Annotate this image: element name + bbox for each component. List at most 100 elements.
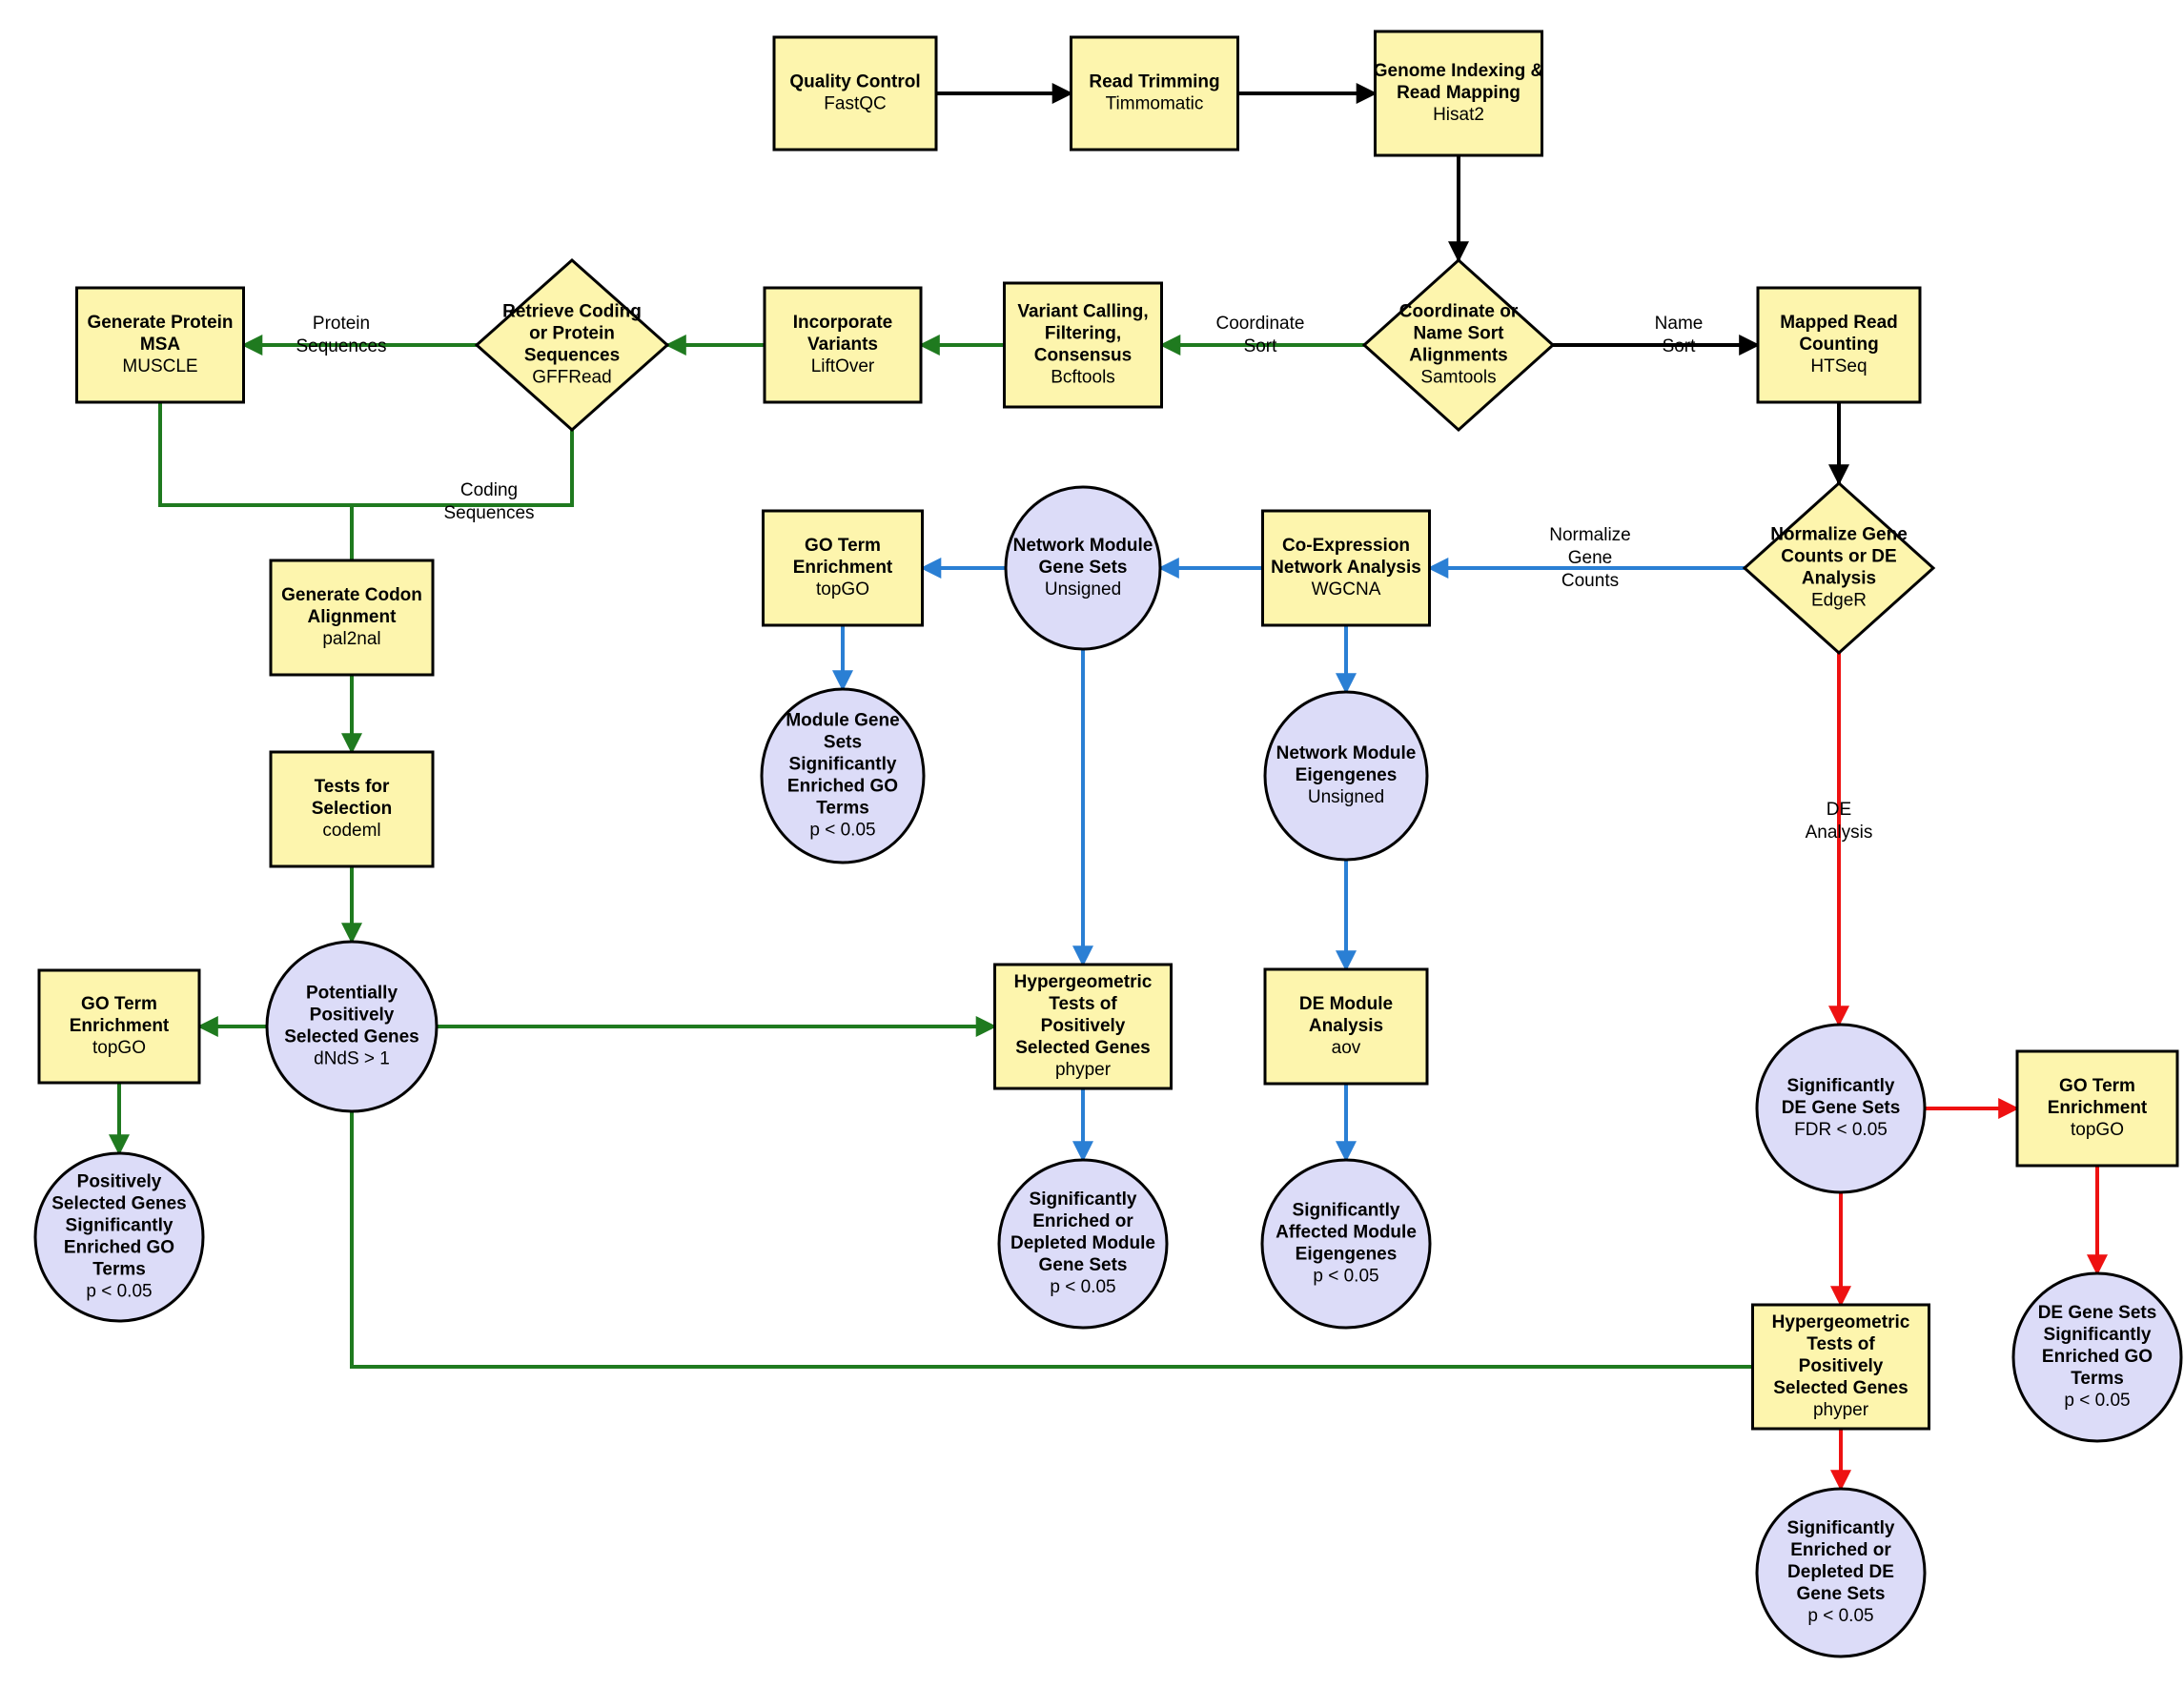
edge-label-retrieve-msa: Sequences bbox=[296, 336, 386, 356]
node-subtitle: FDR < 0.05 bbox=[1794, 1120, 1888, 1140]
node-retrieve_sequences[interactable]: Retrieve Codingor ProteinSequencesGFFRea… bbox=[474, 257, 670, 433]
node-de_go_terms[interactable]: DE Gene SetsSignificantlyEnriched GOTerm… bbox=[2011, 1271, 2183, 1443]
node-subtitle: phyper bbox=[1055, 1060, 1112, 1080]
node-title-line: Generate Protein bbox=[87, 313, 233, 333]
node-subtitle: Hisat2 bbox=[1433, 105, 1484, 125]
node-subtitle: p < 0.05 bbox=[1807, 1606, 1873, 1626]
node-title-line: Enrichment bbox=[70, 1016, 170, 1036]
node-title-line: Significantly bbox=[1030, 1189, 1137, 1209]
edge-label-sort-count: Sort bbox=[1663, 336, 1697, 356]
edge-label-sort-variant: Sort bbox=[1244, 336, 1278, 356]
node-hypergeom_de[interactable]: HypergeometricTests ofPositivelySelected… bbox=[1751, 1303, 1930, 1431]
node-title-line: Enriched GO bbox=[64, 1238, 174, 1258]
node-title-line: Tests of bbox=[1049, 994, 1117, 1014]
node-genome_mapping[interactable]: Genome Indexing &Read MappingHisat2 bbox=[1374, 30, 1544, 157]
node-de_module_analysis[interactable]: DE ModuleAnalysisaov bbox=[1263, 967, 1429, 1086]
workflow-diagram: Quality ControlFastQC Read TrimmingTimmom… bbox=[33, 30, 2183, 1658]
node-title-line: Variant Calling, bbox=[1017, 302, 1148, 322]
node-title-line: Enriched or bbox=[1790, 1540, 1891, 1560]
node-title-line: Network Module bbox=[1013, 536, 1153, 556]
node-title-line: Filtering, bbox=[1045, 324, 1121, 344]
node-pos_selected_genes[interactable]: PotentiallyPositivelySelected GenesdNdS … bbox=[265, 940, 439, 1113]
node-sig_de_gene_sets[interactable]: SignificantlyDE Gene SetsFDR < 0.05 bbox=[1755, 1023, 1927, 1194]
node-title-line: Selection bbox=[312, 799, 392, 819]
node-subtitle: Samtools bbox=[1420, 368, 1496, 388]
node-title-line: Analysis bbox=[1802, 569, 1876, 589]
node-title-line: Significantly bbox=[1787, 1076, 1895, 1096]
node-title-line: Terms bbox=[92, 1260, 146, 1280]
node-subtitle: GFFRead bbox=[532, 368, 611, 388]
node-title-line: Eigengenes bbox=[1296, 765, 1398, 785]
node-protein_msa[interactable]: Generate ProteinMSAMUSCLE bbox=[75, 286, 245, 404]
node-title-line: Read Trimming bbox=[1089, 72, 1219, 92]
node-subtitle: Unsigned bbox=[1045, 579, 1121, 600]
node-subtitle: HTSeq bbox=[1810, 356, 1867, 376]
node-title-line: Alignments bbox=[1409, 346, 1507, 366]
node-title-line: Positively bbox=[77, 1172, 162, 1192]
node-title-line: DE Gene Sets bbox=[2038, 1303, 2157, 1323]
node-affected_eigengenes[interactable]: SignificantlyAffected ModuleEigengenesp … bbox=[1260, 1158, 1432, 1330]
node-go_enrich_de[interactable]: GO TermEnrichmenttopGO bbox=[2015, 1049, 2179, 1168]
node-title-line: Significantly bbox=[1787, 1518, 1895, 1538]
node-title-line: Network Module bbox=[1276, 743, 1417, 763]
node-title-line: Positively bbox=[1041, 1016, 1126, 1036]
node-title-line: Counts or DE bbox=[1781, 547, 1896, 567]
node-tests_for_selection[interactable]: Tests forSelectioncodeml bbox=[269, 750, 435, 868]
node-subtitle: Bcftools bbox=[1051, 368, 1115, 388]
node-go_enrich_modules[interactable]: GO TermEnrichmenttopGO bbox=[762, 509, 924, 627]
node-title-line: Significantly bbox=[2044, 1325, 2152, 1345]
node-subtitle: p < 0.05 bbox=[809, 821, 875, 841]
node-module_gene_sets[interactable]: Network ModuleGene SetsUnsigned bbox=[1004, 485, 1162, 651]
node-hypergeom_modules[interactable]: HypergeometricTests ofPositivelySelected… bbox=[993, 963, 1173, 1090]
node-title-line: DE Gene Sets bbox=[1782, 1098, 1901, 1118]
node-subtitle: topGO bbox=[92, 1038, 146, 1058]
node-incorporate_variants[interactable]: IncorporateVariantsLiftOver bbox=[763, 286, 923, 404]
node-quality_control[interactable]: Quality ControlFastQC bbox=[772, 35, 938, 152]
node-variant_calling[interactable]: Variant Calling,Filtering,ConsensusBcfto… bbox=[1003, 281, 1163, 409]
node-subtitle: EdgeR bbox=[1811, 591, 1867, 611]
node-coexpression_network[interactable]: Co-ExpressionNetwork AnalysisWGCNA bbox=[1261, 509, 1431, 627]
node-subtitle: topGO bbox=[2071, 1120, 2124, 1140]
edge-label-retrieve-msa: Protein bbox=[313, 314, 370, 334]
node-title-line: Significantly bbox=[1293, 1201, 1400, 1221]
node-title-line: Gene Sets bbox=[1039, 558, 1128, 578]
node-title-line: Read Mapping bbox=[1397, 83, 1521, 103]
node-subtitle: WGCNA bbox=[1312, 579, 1381, 600]
node-title-line: Alignment bbox=[308, 607, 398, 627]
node-subtitle: p < 0.05 bbox=[86, 1282, 152, 1302]
node-title-line: Selected Genes bbox=[1015, 1038, 1151, 1058]
edge-label-retrieve-codon: Coding bbox=[460, 480, 518, 500]
node-title-line: Sequences bbox=[524, 346, 620, 366]
node-subtitle: dNdS > 1 bbox=[314, 1049, 390, 1069]
node-module_go_terms[interactable]: Module GeneSetsSignificantlyEnriched GOT… bbox=[760, 687, 926, 864]
node-title-line: Name Sort bbox=[1413, 324, 1504, 344]
node-sort_alignments[interactable]: Coordinate orName SortAlignmentsSamtools bbox=[1361, 257, 1556, 433]
node-title-line: Analysis bbox=[1309, 1016, 1383, 1036]
node-enriched_module_sets[interactable]: SignificantlyEnriched orDepleted ModuleG… bbox=[997, 1158, 1169, 1330]
node-title-line: GO Term bbox=[805, 536, 881, 556]
node-mapped_read_counting[interactable]: Mapped ReadCountingHTSeq bbox=[1756, 286, 1922, 404]
node-title-line: Potentially bbox=[306, 984, 398, 1004]
node-enriched_de_sets[interactable]: SignificantlyEnriched orDepleted DEGene … bbox=[1755, 1487, 1927, 1658]
node-title-line: Enriched or bbox=[1032, 1211, 1133, 1231]
edge-label-norm-coexp: Normalize bbox=[1549, 525, 1631, 545]
node-title-line: Tests for bbox=[315, 777, 390, 797]
node-title-line: Hypergeometric bbox=[1772, 1312, 1910, 1332]
node-title-line: Enriched GO bbox=[2042, 1347, 2153, 1367]
node-normalize_or_de[interactable]: Normalize GeneCounts or DEAnalysisEdgeR bbox=[1742, 480, 1936, 656]
node-subtitle: phyper bbox=[1813, 1400, 1869, 1420]
node-pos_genes_go_terms[interactable]: PositivelySelected GenesSignificantlyEnr… bbox=[33, 1151, 205, 1323]
node-title-line: Gene Sets bbox=[1797, 1584, 1886, 1604]
node-title-line: Selected Genes bbox=[1773, 1378, 1908, 1398]
node-title-line: Enrichment bbox=[793, 558, 893, 578]
node-title-line: Normalize Gene bbox=[1770, 525, 1908, 545]
node-read_trimming[interactable]: Read TrimmingTimmomatic bbox=[1070, 35, 1239, 152]
node-subtitle: topGO bbox=[816, 579, 869, 600]
node-module_eigengenes[interactable]: Network ModuleEigengenesUnsigned bbox=[1263, 690, 1429, 862]
node-title-line: Module Gene bbox=[786, 711, 899, 731]
node-title-line: Positively bbox=[310, 1006, 395, 1026]
node-title-line: Coordinate or bbox=[1399, 302, 1519, 322]
node-title-line: Mapped Read bbox=[1780, 313, 1898, 333]
node-go_enrich_selection[interactable]: GO TermEnrichmenttopGO bbox=[37, 968, 201, 1085]
node-codon_alignment[interactable]: Generate CodonAlignmentpal2nal bbox=[269, 559, 435, 677]
